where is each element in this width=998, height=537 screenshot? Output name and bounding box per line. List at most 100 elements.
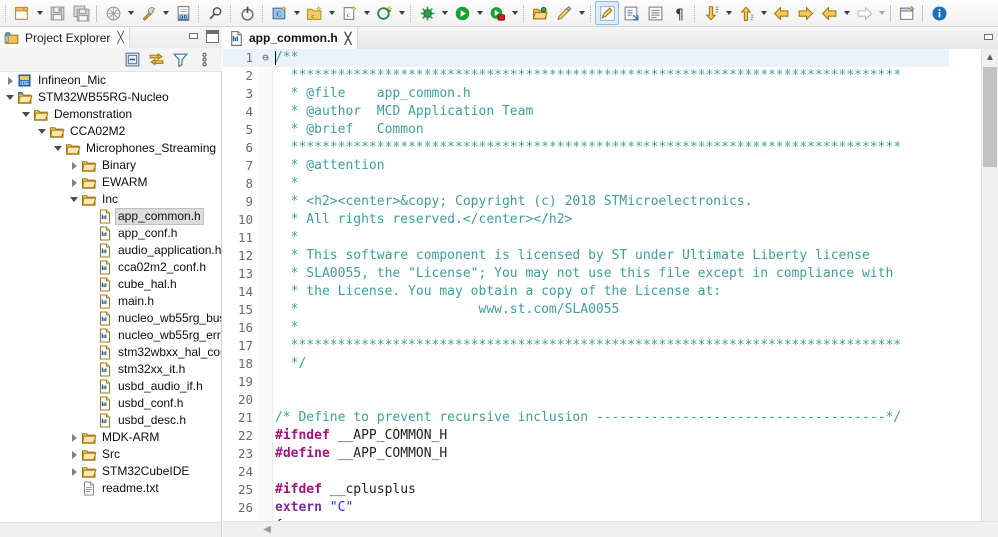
tree-item-main-h[interactable]: main.h — [0, 293, 221, 310]
code-line[interactable]: 13 * SLA0055, the "License"; You may not… — [223, 265, 949, 283]
search-magnifier-icon[interactable] — [203, 1, 227, 25]
save-all-icon[interactable] — [69, 1, 93, 25]
toggle-word-wrap-icon[interactable] — [643, 1, 667, 25]
previous-edit-icon[interactable] — [817, 1, 841, 25]
chevron-right-icon[interactable] — [68, 465, 81, 478]
toolbar-external-tools-button[interactable] — [485, 1, 520, 25]
debug-bug-icon[interactable] — [415, 1, 439, 25]
new-wizard-icon[interactable] — [10, 1, 34, 25]
toolbar-toggle-mark-occurrences-button[interactable] — [595, 1, 619, 25]
new-c-cpp-project-icon[interactable]: C — [267, 1, 291, 25]
open-folder-icon[interactable] — [528, 1, 552, 25]
show-whitespace-icon[interactable]: ¶ — [667, 1, 691, 25]
tree-item-inc[interactable]: Inc — [0, 191, 221, 208]
tab-project-explorer[interactable]: Project Explorer ╳ — [0, 27, 130, 48]
tree-item-app-common-h[interactable]: app_common.h — [0, 208, 221, 225]
tree-item-stm32xx-it-h[interactable]: stm32xx_it.h — [0, 361, 221, 378]
toolbar-show-whitespace-button[interactable]: ¶ — [667, 1, 691, 25]
next-annotation-icon[interactable] — [699, 1, 723, 25]
toolbar-forward-button[interactable] — [793, 1, 817, 25]
chevron-down-icon[interactable] — [474, 2, 485, 24]
build-hammer-icon[interactable] — [136, 1, 160, 25]
code-line[interactable]: 5 * @brief Common — [223, 121, 949, 139]
chevron-down-icon[interactable] — [20, 108, 33, 121]
previous-annotation-icon[interactable] — [734, 1, 758, 25]
code-line[interactable]: 21 /* Define to prevent recursive inclusi… — [223, 409, 949, 427]
code-line[interactable]: 1 ⊖/** — [223, 49, 949, 67]
next-edit-icon[interactable] — [852, 1, 876, 25]
toolbar-new-cpp-project-button[interactable]: C — [267, 1, 302, 25]
toolbar-build-all-button[interactable] — [101, 1, 136, 25]
link-with-editor-icon[interactable] — [148, 51, 165, 68]
info-icon[interactable] — [927, 1, 951, 25]
chevron-down-icon[interactable] — [36, 125, 49, 138]
code-line[interactable]: 18 */ — [223, 355, 949, 373]
code-line[interactable]: 24 — [223, 463, 949, 481]
code-line[interactable]: 10 * All rights reserved.</center></h2> — [223, 211, 949, 229]
code-line[interactable]: 23 #define __APP_COMMON_H — [223, 445, 949, 463]
minimize-icon[interactable] — [982, 31, 995, 44]
tree-item-demonstration[interactable]: Demonstration — [0, 106, 221, 123]
tree-item-cube-hal-h[interactable]: cube_hal.h — [0, 276, 221, 293]
code-editor[interactable]: 1 ⊖/** 2 *********************************… — [223, 49, 998, 537]
toolbar-new-c-file-button[interactable]: c — [337, 1, 372, 25]
minimize-icon[interactable] — [187, 30, 200, 43]
chevron-down-icon[interactable] — [758, 2, 769, 24]
tree-item-binary[interactable]: Binary — [0, 157, 221, 174]
tab-app-common-h[interactable]: app_common.h ╳ — [223, 27, 359, 49]
back-arrow-icon[interactable] — [769, 1, 793, 25]
chevron-down-icon[interactable] — [52, 142, 65, 155]
tree-item-usbd-audio-if-h[interactable]: usbd_audio_if.h — [0, 378, 221, 395]
code-line[interactable]: 7 * @attention — [223, 157, 949, 175]
tree-item-nucleo-wb55rg-errno-h[interactable]: nucleo_wb55rg_errno.h — [0, 327, 221, 344]
code-line[interactable]: 12 * This software component is licensed… — [223, 247, 949, 265]
toolbar-debug-button[interactable] — [415, 1, 450, 25]
code-line[interactable]: 14 * the License. You may obtain a copy … — [223, 283, 949, 301]
new-source-folder-icon[interactable]: c — [302, 1, 326, 25]
chevron-down-icon[interactable] — [439, 2, 450, 24]
tree-item-src[interactable]: Src — [0, 446, 221, 463]
toolbar-toggle-word-wrap-button[interactable] — [643, 1, 667, 25]
toolbar-toggle-block-selection-button[interactable] — [619, 1, 643, 25]
tree-item-audio-application-h[interactable]: audio_application.h — [0, 242, 221, 259]
tree-item-microphones-streaming[interactable]: Microphones_Streaming — [0, 140, 221, 157]
close-icon[interactable]: ╳ — [345, 32, 352, 45]
tree-item-stm32wb55rg-nucleo[interactable]: STM32WB55RG-Nucleo — [0, 89, 221, 106]
toolbar-build-button[interactable] — [136, 1, 171, 25]
chevron-right-icon[interactable] — [68, 431, 81, 444]
chevron-down-icon[interactable] — [723, 2, 734, 24]
toolbar-previous-annotation-button[interactable] — [734, 1, 769, 25]
run-external-tools-icon[interactable] — [485, 1, 509, 25]
tree-item-stm32cubeide[interactable]: STM32CubeIDE — [0, 463, 221, 480]
chevron-down-icon[interactable] — [291, 2, 302, 24]
toolbar-last-edit-location-button[interactable] — [817, 1, 852, 25]
toolbar-new-source-folder-button[interactable]: c — [302, 1, 337, 25]
code-line[interactable]: 17 *************************************… — [223, 337, 949, 355]
chevron-down-icon[interactable] — [34, 2, 45, 24]
toolbar-edit-button[interactable] — [552, 1, 587, 25]
toolbar-new-editor-button[interactable] — [895, 1, 919, 25]
toggle-markers-icon[interactable] — [595, 1, 619, 25]
run-play-icon[interactable] — [450, 1, 474, 25]
chevron-down-icon[interactable] — [396, 2, 407, 24]
toggle-block-selection-icon[interactable] — [619, 1, 643, 25]
toolbar-program-button[interactable] — [235, 1, 259, 25]
toolbar-next-annotation-button[interactable] — [699, 1, 734, 25]
tree-item-readme-txt[interactable]: readme.txt — [0, 480, 221, 497]
flash-programmer-icon[interactable] — [235, 1, 259, 25]
toolbar-new-button[interactable] — [10, 1, 45, 25]
tree-item-infineon-mic[interactable]: IDE Infineon_Mic — [0, 72, 221, 89]
chevron-down-icon[interactable] — [361, 2, 372, 24]
forward-arrow-icon[interactable] — [793, 1, 817, 25]
code-line[interactable]: 4 * @author MCD Application Team — [223, 103, 949, 121]
toolbar-run-button[interactable] — [450, 1, 485, 25]
tree-item-nucleo-wb55rg-bus-h[interactable]: nucleo_wb55rg_bus.h — [0, 310, 221, 327]
toolbar-save-all-button[interactable] — [69, 1, 93, 25]
binary-010-icon[interactable]: 010 — [171, 1, 195, 25]
toolbar-open-binary-button[interactable]: 010 — [171, 1, 195, 25]
toolbar-new-class-button[interactable] — [372, 1, 407, 25]
chevron-down-icon[interactable] — [4, 91, 17, 104]
code-line[interactable]: 2 **************************************… — [223, 67, 949, 85]
chevron-down-icon[interactable] — [876, 2, 887, 24]
chevron-left-icon[interactable]: ◀ — [259, 522, 275, 537]
